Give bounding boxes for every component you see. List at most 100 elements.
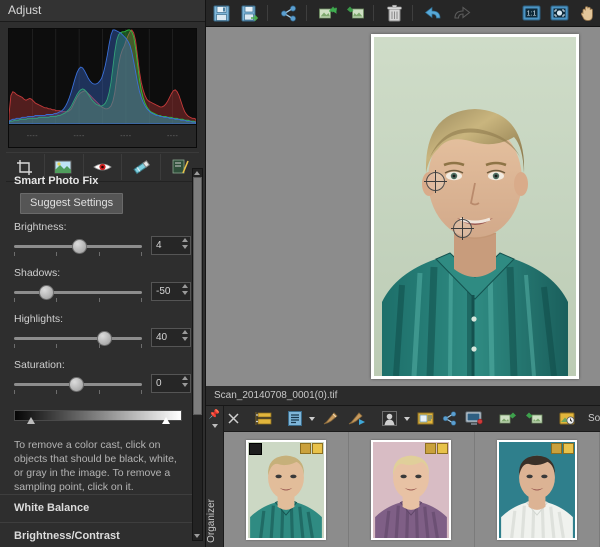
photo-image[interactable] xyxy=(374,37,576,376)
sampling-point-marker[interactable] xyxy=(424,170,447,193)
histogram-tick: ---- xyxy=(26,132,39,140)
scrollbar-thumb[interactable] xyxy=(193,177,202,415)
thumbnail-cell[interactable] xyxy=(349,432,475,547)
thumbnail-cell[interactable] xyxy=(224,432,350,547)
sampling-point-marker[interactable] xyxy=(451,217,474,240)
adjust-panel-scrollbar[interactable] xyxy=(192,168,203,541)
delete-button[interactable] xyxy=(381,2,407,24)
histogram-tick: ---- xyxy=(120,132,132,140)
collapsible-section-white-balance[interactable]: White Balance xyxy=(0,494,196,522)
thumbnail-image xyxy=(498,441,575,538)
tag-brush-button[interactable] xyxy=(318,409,343,429)
slider-control[interactable] xyxy=(14,376,142,398)
rotate-left-button[interactable] xyxy=(314,2,340,24)
slider-value-field[interactable]: -50 xyxy=(151,282,191,301)
spinner-up-icon[interactable] xyxy=(182,376,188,380)
slider-shadows: Shadows: -50 xyxy=(0,260,196,306)
slider-label: Highlights: xyxy=(14,313,64,325)
trash-icon xyxy=(386,4,402,21)
rotate-right-button[interactable] xyxy=(342,2,368,24)
slider-ticks xyxy=(14,298,142,304)
slideshow-button[interactable] xyxy=(461,409,487,429)
rotate-left-button[interactable] xyxy=(495,409,521,429)
slider-control[interactable] xyxy=(14,238,142,260)
slider-control[interactable] xyxy=(14,330,142,352)
undo-button[interactable] xyxy=(420,2,446,24)
slider-control[interactable] xyxy=(14,284,142,306)
gradient-black-point-marker[interactable] xyxy=(27,417,36,424)
timeline-button[interactable] xyxy=(555,409,580,429)
save-as-button[interactable] xyxy=(236,2,262,24)
toolbar-separator xyxy=(373,5,374,21)
save-as-icon xyxy=(241,5,258,21)
close-organizer-button[interactable] xyxy=(224,409,243,429)
histogram-canvas xyxy=(9,29,196,124)
collapsible-section-brightness-contrast[interactable]: Brightness/Contrast xyxy=(0,522,196,547)
thumbnail-3[interactable] xyxy=(496,439,577,540)
slider-value-field[interactable]: 40 xyxy=(151,328,191,347)
chevron-down-icon[interactable] xyxy=(404,416,410,421)
organizer-toolbar: Sort by : Folder xyxy=(224,406,600,432)
thumbnail-badges xyxy=(425,442,449,454)
slider-label: Shadows: xyxy=(14,267,61,279)
spinner-arrows[interactable] xyxy=(182,238,188,249)
actual-size-button[interactable]: 1:1 xyxy=(518,2,544,24)
slider-thumb[interactable] xyxy=(71,239,87,254)
gradient-bar xyxy=(14,410,182,421)
undo-icon xyxy=(424,6,440,18)
sort-by-label: Sort by : xyxy=(588,413,600,424)
slider-thumb[interactable] xyxy=(96,331,112,346)
panel-title: Adjust xyxy=(0,0,205,22)
spinner-up-icon[interactable] xyxy=(182,284,188,288)
gradient-white-point-marker[interactable] xyxy=(161,417,170,424)
suggest-settings-button[interactable]: Suggest Settings xyxy=(20,193,124,214)
list-view-button[interactable] xyxy=(284,409,306,429)
stack-count-badge xyxy=(425,442,437,454)
save-icon xyxy=(213,5,229,21)
slider-value-field[interactable]: 4 xyxy=(151,236,191,255)
rotate-right-button[interactable] xyxy=(521,409,547,429)
folder-icon xyxy=(255,412,272,425)
info-button[interactable] xyxy=(413,409,438,429)
slider-value: 4 xyxy=(156,240,162,251)
slider-track xyxy=(14,291,142,294)
spinner-down-icon[interactable] xyxy=(182,291,188,295)
scroll-down-arrow-icon[interactable] xyxy=(194,534,200,538)
spinner-down-icon[interactable] xyxy=(182,383,188,387)
thumbnail-1[interactable] xyxy=(246,439,327,540)
spinner-arrows[interactable] xyxy=(182,284,188,295)
chevron-down-icon[interactable] xyxy=(211,424,218,428)
share-button[interactable] xyxy=(438,409,461,429)
organizer-tab[interactable]: 📌 Organizer xyxy=(206,406,224,547)
pan-button[interactable] xyxy=(574,2,600,24)
rotate-right-icon xyxy=(346,6,364,19)
slider-value: 0 xyxy=(156,378,162,389)
folder-view-button[interactable] xyxy=(251,409,276,429)
spinner-arrows[interactable] xyxy=(182,376,188,387)
thumbnail-render xyxy=(373,441,450,538)
tag-brush-auto-button[interactable] xyxy=(343,409,370,429)
people-button[interactable] xyxy=(378,409,401,429)
fit-window-icon xyxy=(550,5,568,21)
thumbnail-2[interactable] xyxy=(371,439,452,540)
save-button[interactable] xyxy=(208,2,234,24)
spinner-up-icon[interactable] xyxy=(182,238,188,242)
chevron-down-icon[interactable] xyxy=(309,416,315,421)
pin-icon[interactable]: 📌 xyxy=(206,406,223,420)
spinner-down-icon[interactable] xyxy=(182,245,188,249)
svg-text:1:1: 1:1 xyxy=(526,11,536,18)
tonal-range-slider[interactable] xyxy=(14,410,182,426)
brush-play-icon xyxy=(348,412,365,425)
slider-value-field[interactable]: 0 xyxy=(151,374,191,393)
scroll-up-arrow-icon[interactable] xyxy=(194,171,200,175)
spinner-down-icon[interactable] xyxy=(182,337,188,341)
redo-button[interactable] xyxy=(448,2,474,24)
star-badge-icon xyxy=(312,442,324,454)
thumbnail-cell[interactable] xyxy=(475,432,600,547)
fit-to-window-button[interactable] xyxy=(546,2,572,24)
share-button[interactable] xyxy=(275,2,301,24)
spinner-up-icon[interactable] xyxy=(182,330,188,334)
spinner-arrows[interactable] xyxy=(182,330,188,341)
thumbnail-render xyxy=(498,441,575,538)
image-viewport[interactable] xyxy=(206,27,600,386)
